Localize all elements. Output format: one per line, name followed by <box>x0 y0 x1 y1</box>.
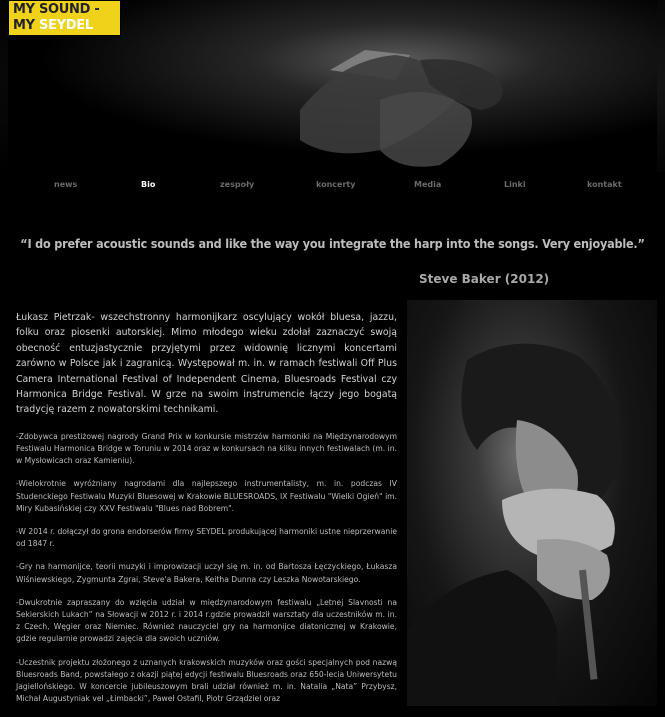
bio-item: -Dwukrotnie zapraszany do wzięcia udział… <box>16 597 397 644</box>
artist-photo <box>407 300 657 706</box>
header-banner: MY SOUND - MY SEYDEL <box>0 0 665 172</box>
logo-line-2: MY SEYDEL <box>13 19 93 33</box>
logo-line-1: MY SOUND - <box>13 2 100 17</box>
logo-text-my: MY <box>13 18 39 33</box>
harmonica-player-image <box>407 343 622 706</box>
bio-item: -Gry na harmonijce, teorii muzyki i impr… <box>16 562 397 584</box>
bio-item: -Zdobywca prestiżowej nagrody Grand Prix… <box>16 431 397 466</box>
bio-content: Łukasz Pietrzak- wszechstronny harmonijk… <box>16 310 397 717</box>
bio-item: -Uczestnik projektu złożonego z uznanych… <box>16 657 397 704</box>
bio-item: -W 2014 r. dołączył do grona endorserów … <box>16 527 397 549</box>
nav-koncerty[interactable]: koncerty <box>316 180 355 189</box>
testimonial-quote: “I do prefer acoustic sounds and like th… <box>20 236 645 251</box>
bio-item: -Wielokrotnie wyróżniany nagrodami dla n… <box>16 479 397 513</box>
site-logo[interactable]: MY SOUND - MY SEYDEL <box>8 0 121 36</box>
nav-media[interactable]: Media <box>414 180 441 189</box>
bio-intro: Łukasz Pietrzak- wszechstronny harmonijk… <box>16 312 397 416</box>
logo-text-seydel: SEYDEL <box>38 18 93 33</box>
nav-bio[interactable]: Bio <box>141 180 155 189</box>
main-nav: news Bio zespoły koncerty Media Linki ko… <box>0 172 665 198</box>
nav-zespoly[interactable]: zespoły <box>220 180 254 189</box>
testimonial-author: Steve Baker (2012) <box>419 272 550 286</box>
nav-linki[interactable]: Linki <box>504 180 526 189</box>
nav-news[interactable]: news <box>54 180 77 189</box>
nav-kontakt[interactable]: kontakt <box>587 180 622 189</box>
